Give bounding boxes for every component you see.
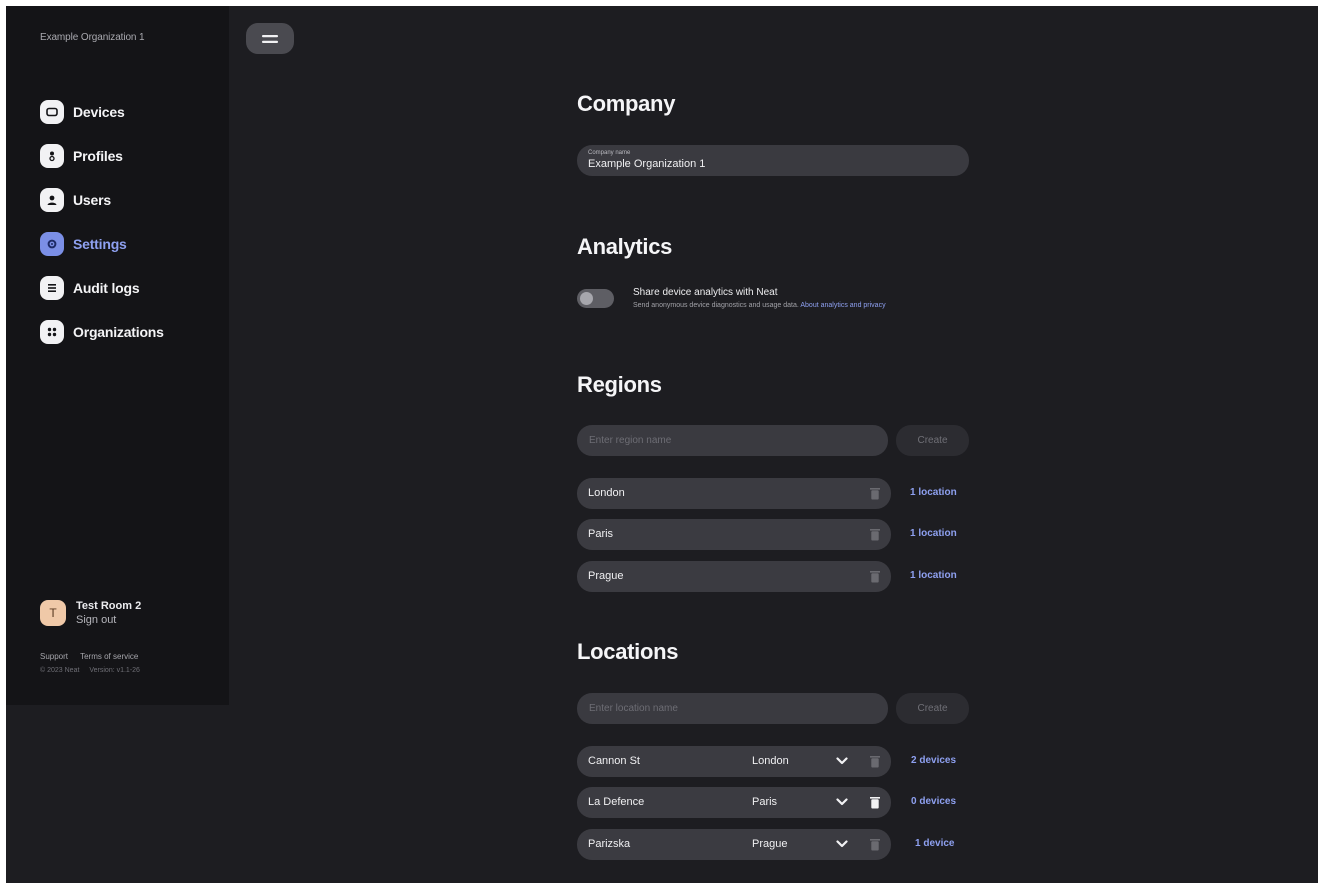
menu-toggle-button[interactable] [246, 23, 294, 54]
version-text: Version: v1.1-26 [89, 667, 140, 674]
company-name-value: Example Organization 1 [588, 158, 706, 170]
region-name: Paris [588, 528, 614, 540]
analytics-heading: Analytics [577, 234, 673, 259]
trash-icon[interactable] [870, 755, 880, 768]
sidebar-item-label: Organizations [73, 324, 164, 340]
region-row[interactable]: Paris [577, 519, 891, 550]
sidebar-item-label: Devices [73, 104, 125, 120]
location-name-input[interactable] [577, 693, 888, 724]
region-location-count-link[interactable]: 1 location [910, 487, 957, 498]
location-device-count-link[interactable]: 1 device [915, 838, 954, 849]
support-link[interactable]: Support [40, 652, 68, 661]
location-name: Parizska [588, 838, 631, 850]
region-row[interactable]: London [577, 478, 891, 509]
location-name: La Defence [588, 796, 645, 808]
chevron-down-icon[interactable] [836, 839, 848, 849]
organization-name: Example Organization 1 [40, 32, 145, 43]
trash-icon[interactable] [870, 796, 880, 809]
sidebar-item-organizations[interactable]: Organizations [40, 310, 164, 354]
region-location-count-link[interactable]: 1 location [910, 528, 957, 539]
trash-icon[interactable] [870, 487, 880, 500]
analytics-toggle-label: Share device analytics with Neat [633, 287, 778, 298]
region-name-input[interactable] [577, 425, 888, 456]
location-region-select[interactable]: Paris [752, 796, 777, 808]
sidebar-item-label: Profiles [73, 148, 123, 164]
sidebar-item-profiles[interactable]: Profiles [40, 134, 164, 178]
sidebar-item-devices[interactable]: Devices [40, 90, 164, 134]
location-region-select[interactable]: Prague [752, 838, 787, 850]
toggle-knob [580, 292, 593, 305]
footer-meta: © 2023 Neat Version: v1.1-26 [40, 667, 148, 674]
analytics-description-text: Send anonymous device diagnostics and us… [633, 302, 799, 309]
user-icon [40, 188, 64, 212]
locations-heading: Locations [577, 639, 679, 664]
sidebar-item-users[interactable]: Users [40, 178, 164, 222]
chevron-down-icon[interactable] [836, 797, 848, 807]
create-region-button[interactable]: Create [896, 425, 969, 456]
sidebar-item-label: Settings [73, 236, 127, 252]
sidebar-item-audit-logs[interactable]: Audit logs [40, 266, 164, 310]
copyright-text: © 2023 Neat [40, 667, 80, 674]
location-row[interactable]: La Defence Paris [577, 787, 891, 818]
analytics-toggle[interactable] [577, 289, 614, 308]
company-heading: Company [577, 91, 676, 116]
sidebar-item-label: Audit logs [73, 280, 140, 296]
gear-icon [40, 232, 64, 256]
profile-name: Test Room 2 [76, 600, 142, 612]
region-location-count-link[interactable]: 1 location [910, 570, 957, 581]
trash-icon[interactable] [870, 528, 880, 541]
sidebar-nav: Devices Profiles Users Settings Audit lo… [40, 90, 164, 354]
sidebar-item-settings[interactable]: Settings [40, 222, 164, 266]
trash-icon[interactable] [870, 838, 880, 851]
location-name: Cannon St [588, 755, 640, 767]
avatar: T [40, 600, 66, 626]
devices-icon [40, 100, 64, 124]
create-location-button[interactable]: Create [896, 693, 969, 724]
app-window: Example Organization 1 Devices Profiles … [6, 6, 1318, 883]
company-name-field[interactable]: Company name Example Organization 1 [577, 145, 969, 176]
analytics-description: Send anonymous device diagnostics and us… [633, 302, 886, 309]
company-name-label: Company name [588, 150, 631, 156]
footer-links: Support Terms of service [40, 652, 148, 661]
region-name: Prague [588, 570, 624, 582]
sidebar-item-label: Users [73, 192, 111, 208]
location-device-count-link[interactable]: 0 devices [911, 796, 956, 807]
location-row[interactable]: Parizska Prague [577, 829, 891, 860]
terms-link[interactable]: Terms of service [80, 652, 138, 661]
sidebar: Example Organization 1 Devices Profiles … [6, 6, 229, 705]
chevron-down-icon[interactable] [836, 756, 848, 766]
location-device-count-link[interactable]: 2 devices [911, 755, 956, 766]
grid-icon [40, 320, 64, 344]
user-profile: T Test Room 2 Sign out [40, 600, 141, 626]
trash-icon[interactable] [870, 570, 880, 583]
regions-heading: Regions [577, 372, 662, 397]
profiles-icon [40, 144, 64, 168]
hamburger-icon [262, 34, 278, 43]
list-icon [40, 276, 64, 300]
location-region-select[interactable]: London [752, 755, 789, 767]
location-row[interactable]: Cannon St London [577, 746, 891, 777]
sign-out-link[interactable]: Sign out [76, 614, 141, 626]
analytics-privacy-link[interactable]: About analytics and privacy [800, 302, 885, 309]
region-row[interactable]: Prague [577, 561, 891, 592]
region-name: London [588, 487, 625, 499]
